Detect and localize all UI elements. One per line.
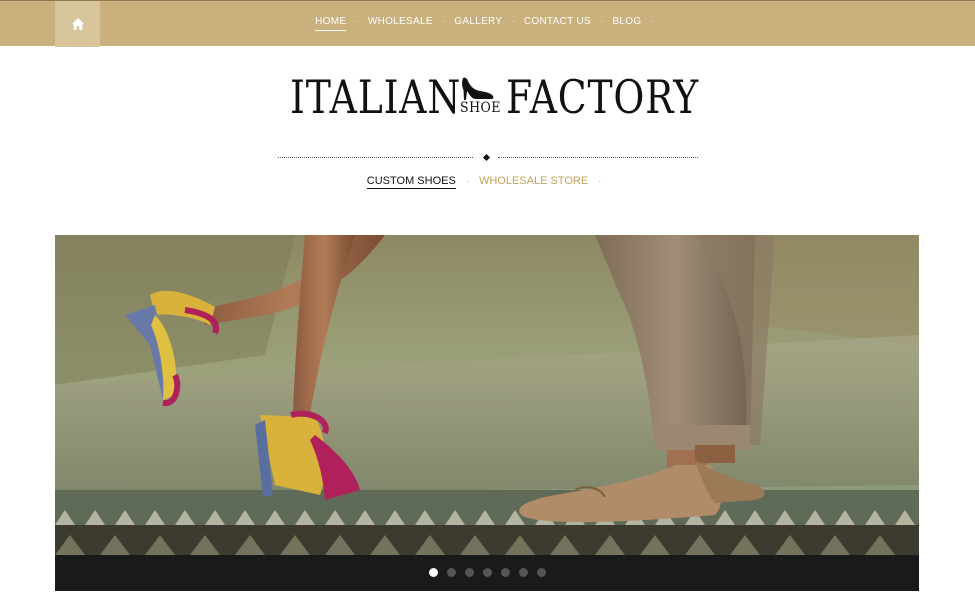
nav-separator: · xyxy=(600,16,604,26)
nav-gallery[interactable]: GALLERY xyxy=(454,16,502,30)
nav-blog[interactable]: BLOG xyxy=(612,16,641,30)
slider-dot-4[interactable] xyxy=(482,568,492,577)
slider-dot-7[interactable] xyxy=(536,568,546,577)
hero-slide-photo xyxy=(55,235,919,555)
top-navigation-bar: HOME · WHOLESALE · GALLERY · CONTACT US … xyxy=(0,0,975,47)
nav-separator: · xyxy=(650,16,654,26)
nav-separator: · xyxy=(511,16,515,26)
nav-separator: · xyxy=(355,16,359,26)
subnav-separator: · xyxy=(598,176,602,186)
subnav-separator: · xyxy=(465,176,469,186)
main-menu: HOME · WHOLESALE · GALLERY · CONTACT US … xyxy=(0,16,975,31)
nav-separator: · xyxy=(441,16,446,26)
logo-word-shoe: SHOE xyxy=(460,100,501,116)
slider-dot-6[interactable] xyxy=(518,568,528,577)
subnav-wholesale-store[interactable]: WHOLESALE STORE xyxy=(479,175,588,187)
nav-wholesale[interactable]: WHOLESALE xyxy=(368,16,433,30)
nav-contact-us[interactable]: CONTACT US xyxy=(524,16,591,30)
logo-word-italian: ITALIAN xyxy=(290,70,462,124)
ornamental-divider xyxy=(278,152,698,164)
slider-dot-1[interactable] xyxy=(428,568,438,577)
slider-pagination xyxy=(55,568,919,577)
hero-slider xyxy=(55,235,919,591)
subnav-custom-shoes[interactable]: CUSTOM SHOES xyxy=(366,175,456,189)
high-heel-shoe-icon xyxy=(462,77,494,100)
site-logo[interactable]: ITALIAN SHOE FACTORY xyxy=(290,70,698,124)
divider-line-left xyxy=(278,157,473,158)
slider-dot-2[interactable] xyxy=(446,568,456,577)
slider-dot-5[interactable] xyxy=(500,568,510,577)
diamond-icon xyxy=(482,153,491,162)
logo-word-factory: FACTORY xyxy=(506,70,699,124)
secondary-menu: CUSTOM SHOES · WHOLESALE STORE · xyxy=(0,175,975,189)
divider-line-right xyxy=(498,157,698,158)
slider-dot-3[interactable] xyxy=(464,568,474,577)
nav-home[interactable]: HOME xyxy=(315,16,347,31)
